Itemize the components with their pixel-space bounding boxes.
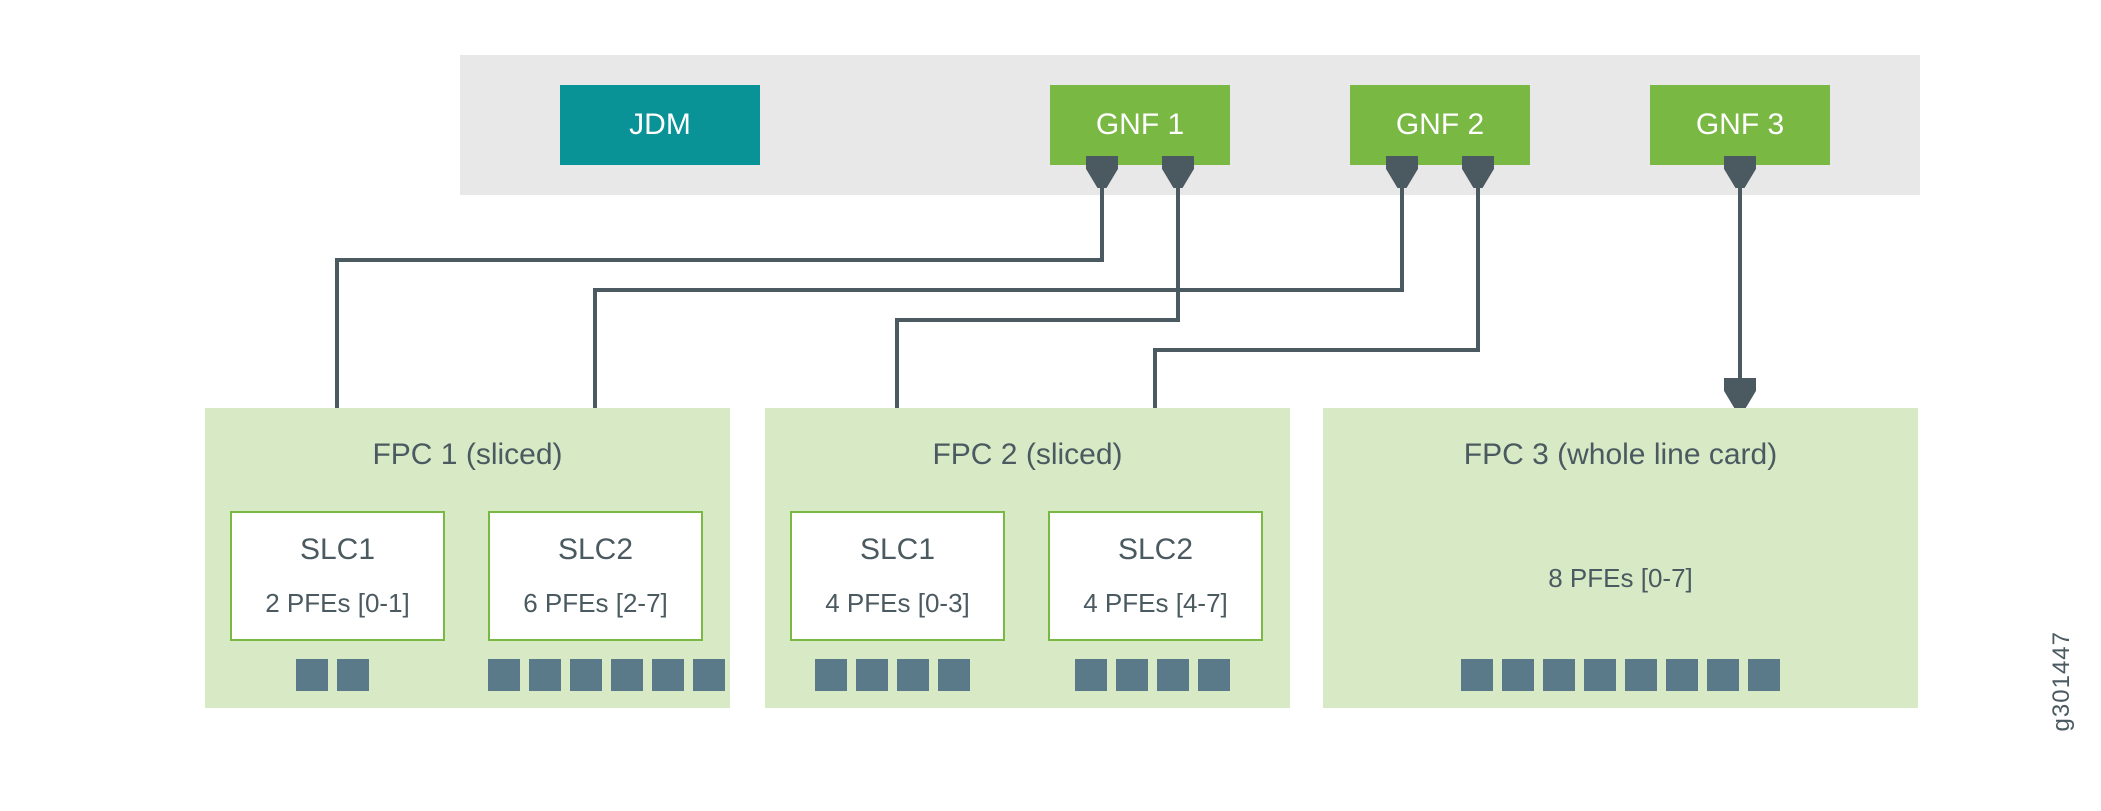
pfe-square — [1666, 659, 1698, 691]
pfe-square — [337, 659, 369, 691]
fpc1-slc1: SLC1 2 PFEs [0-1] — [230, 511, 445, 641]
gnf1-box: GNF 1 — [1050, 85, 1230, 165]
diagram-canvas: JDM GNF 1 GNF 2 GNF 3 FPC 1 (sliced) SLC… — [0, 0, 2101, 811]
pfe-square — [652, 659, 684, 691]
fpc3-pfes-text: 8 PFEs [0-7] — [1323, 563, 1918, 594]
fpc1-slc2-pfe-squares — [488, 659, 725, 691]
fpc1-slc2-name: SLC2 — [558, 533, 633, 567]
pfe-square — [1075, 659, 1107, 691]
pfe-square — [1116, 659, 1148, 691]
pfe-square — [897, 659, 929, 691]
fpc1-slc1-name: SLC1 — [300, 533, 375, 567]
pfe-square — [815, 659, 847, 691]
fpc1-title: FPC 1 (sliced) — [205, 438, 730, 472]
pfe-square — [693, 659, 725, 691]
fpc2-slc2: SLC2 4 PFEs [4-7] — [1048, 511, 1263, 641]
figure-number: g301447 — [2048, 631, 2076, 731]
pfe-square — [296, 659, 328, 691]
fpc1-panel: FPC 1 (sliced) SLC1 2 PFEs [0-1] SLC2 6 … — [205, 408, 730, 708]
pfe-square — [1625, 659, 1657, 691]
pfe-square — [529, 659, 561, 691]
pfe-square — [1198, 659, 1230, 691]
fpc3-panel: FPC 3 (whole line card) 8 PFEs [0-7] — [1323, 408, 1918, 708]
fpc2-slc1-pfes: 4 PFEs [0-3] — [825, 588, 970, 619]
jdm-box: JDM — [560, 85, 760, 165]
pfe-square — [938, 659, 970, 691]
pfe-square — [1707, 659, 1739, 691]
fpc3-pfe-squares — [1461, 659, 1780, 691]
pfe-square — [1543, 659, 1575, 691]
fpc2-title: FPC 2 (sliced) — [765, 438, 1290, 472]
fpc3-title: FPC 3 (whole line card) — [1323, 438, 1918, 472]
pfe-square — [1461, 659, 1493, 691]
fpc2-slc1-name: SLC1 — [860, 533, 935, 567]
fpc2-panel: FPC 2 (sliced) SLC1 4 PFEs [0-3] SLC2 4 … — [765, 408, 1290, 708]
pfe-square — [488, 659, 520, 691]
fpc2-slc1: SLC1 4 PFEs [0-3] — [790, 511, 1005, 641]
pfe-square — [1157, 659, 1189, 691]
pfe-square — [1748, 659, 1780, 691]
gnf2-box: GNF 2 — [1350, 85, 1530, 165]
pfe-square — [1502, 659, 1534, 691]
fpc2-slc2-pfe-squares — [1075, 659, 1230, 691]
fpc2-slc1-pfe-squares — [815, 659, 970, 691]
fpc1-slc1-pfe-squares — [296, 659, 369, 691]
fpc1-slc2: SLC2 6 PFEs [2-7] — [488, 511, 703, 641]
pfe-square — [1584, 659, 1616, 691]
fpc1-slc2-pfes: 6 PFEs [2-7] — [523, 588, 668, 619]
gnf3-box: GNF 3 — [1650, 85, 1830, 165]
pfe-square — [611, 659, 643, 691]
pfe-square — [570, 659, 602, 691]
fpc2-slc2-name: SLC2 — [1118, 533, 1193, 567]
fpc1-slc1-pfes: 2 PFEs [0-1] — [265, 588, 410, 619]
pfe-square — [856, 659, 888, 691]
fpc2-slc2-pfes: 4 PFEs [4-7] — [1083, 588, 1228, 619]
